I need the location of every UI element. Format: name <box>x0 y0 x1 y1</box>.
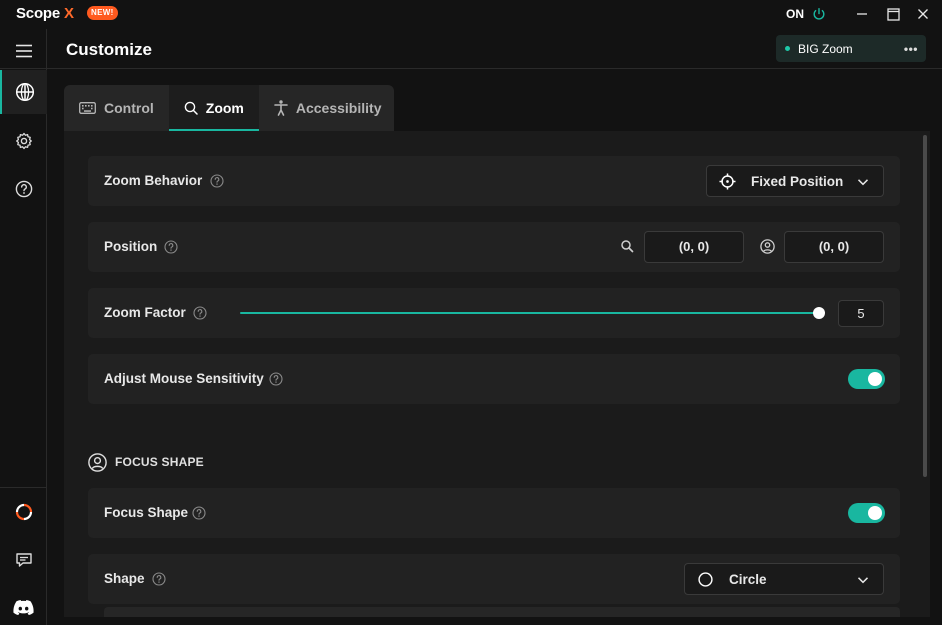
user-circle-icon <box>760 239 775 254</box>
sidebar <box>0 29 47 625</box>
circle-icon <box>698 572 713 587</box>
help-icon[interactable] <box>193 306 207 320</box>
maximize-button[interactable] <box>884 5 902 23</box>
user-circle-icon <box>88 452 107 472</box>
tab-accessibility-label: Accessibility <box>295 100 382 116</box>
mouse-sensitivity-toggle[interactable] <box>848 369 885 389</box>
close-button[interactable] <box>914 5 932 23</box>
focus-shape-row: Focus Shape <box>88 488 900 538</box>
zoom-behavior-dropdown[interactable]: Fixed Position <box>706 165 884 197</box>
more-options-icon[interactable]: ••• <box>904 42 918 56</box>
sidebar-item-discord[interactable] <box>0 585 47 625</box>
tab-bar: Control Zoom Accessibility <box>64 85 394 131</box>
position-row: Position (0, 0) (0, 0) <box>88 222 900 272</box>
new-badge: NEW! <box>87 6 118 20</box>
sidebar-divider-top <box>0 68 46 69</box>
tab-zoom[interactable]: Zoom <box>168 85 259 131</box>
app-logo: Scope X <box>16 5 74 22</box>
mouse-sensitivity-row: Adjust Mouse Sensitivity <box>88 354 900 404</box>
help-icon[interactable] <box>269 372 283 386</box>
hamburger-menu-icon <box>15 44 32 58</box>
close-icon <box>918 9 928 19</box>
tab-accessibility[interactable]: Accessibility <box>259 85 397 131</box>
position-label: Position <box>104 239 158 254</box>
zoom-factor-row: Zoom Factor 5 <box>88 288 900 338</box>
help-icon[interactable] <box>210 174 224 188</box>
sidebar-item-help[interactable] <box>0 167 47 211</box>
minimize-button[interactable] <box>853 5 871 23</box>
zoom-settings-panel: Zoom Behavior Fixed Position Position (0… <box>64 131 930 617</box>
zoom-behavior-value: Fixed Position <box>751 174 844 189</box>
sidebar-item-settings[interactable] <box>0 119 47 163</box>
chevron-down-icon <box>857 179 869 186</box>
tab-zoom-label: Zoom <box>205 100 244 116</box>
zoom-factor-slider-thumb[interactable] <box>813 307 825 319</box>
search-icon <box>184 101 198 115</box>
help-icon[interactable] <box>164 240 178 254</box>
help-icon[interactable] <box>192 506 206 520</box>
accessibility-icon <box>274 100 288 116</box>
chevron-down-icon <box>857 577 869 584</box>
focus-shape-section-header: FOCUS SHAPE <box>88 452 204 472</box>
search-icon <box>621 240 634 253</box>
focus-shape-toggle[interactable] <box>848 503 885 523</box>
profile-selector[interactable]: BIG Zoom ••• <box>776 35 926 62</box>
globe-icon <box>15 82 34 102</box>
sidebar-item-customize[interactable] <box>0 70 47 114</box>
shape-dropdown[interactable]: Circle <box>684 563 884 595</box>
scope-logo-icon <box>15 503 32 521</box>
title-bar: Scope X NEW! ON <box>0 0 942 29</box>
shape-row: Shape Circle <box>88 554 900 604</box>
next-setting-row <box>104 607 900 617</box>
profile-name: BIG Zoom <box>798 42 853 56</box>
minimize-icon <box>857 13 867 15</box>
app-name-suffix: X <box>63 5 74 22</box>
mouse-sensitivity-label: Adjust Mouse Sensitivity <box>104 371 264 386</box>
power-icon[interactable] <box>812 7 826 21</box>
maximize-icon <box>886 7 900 21</box>
sidebar-item-feedback[interactable] <box>0 538 47 582</box>
tab-control[interactable]: Control <box>64 85 169 131</box>
zoom-factor-slider[interactable] <box>240 312 822 314</box>
profile-status-dot <box>785 46 790 51</box>
discord-icon <box>13 600 34 615</box>
shape-value: Circle <box>729 572 767 587</box>
zoom-position-input[interactable]: (0, 0) <box>644 231 744 263</box>
power-status-label: ON <box>786 7 804 21</box>
panel-scrollbar[interactable] <box>923 135 927 477</box>
zoom-factor-value[interactable]: 5 <box>838 300 884 327</box>
help-icon[interactable] <box>152 572 166 586</box>
page-title: Customize <box>66 40 152 59</box>
keyboard-icon <box>79 102 96 114</box>
page-header: Customize BIG Zoom ••• <box>47 29 942 69</box>
menu-button[interactable] <box>0 29 47 73</box>
chat-icon <box>15 553 32 567</box>
gear-icon <box>15 132 32 150</box>
zoom-behavior-label: Zoom Behavior <box>104 173 203 188</box>
sidebar-divider <box>0 487 46 488</box>
section-heading: FOCUS SHAPE <box>115 455 204 469</box>
app-name: Scope <box>16 5 61 22</box>
zoom-behavior-row: Zoom Behavior Fixed Position <box>88 156 900 206</box>
zoom-factor-label: Zoom Factor <box>104 305 186 320</box>
sidebar-item-brand[interactable] <box>0 490 47 534</box>
user-position-input[interactable]: (0, 0) <box>784 231 884 263</box>
tab-control-label: Control <box>104 100 154 116</box>
shape-label: Shape <box>104 571 145 586</box>
focus-shape-label: Focus Shape <box>104 505 189 520</box>
help-icon <box>15 180 32 198</box>
crosshair-icon <box>719 173 736 190</box>
